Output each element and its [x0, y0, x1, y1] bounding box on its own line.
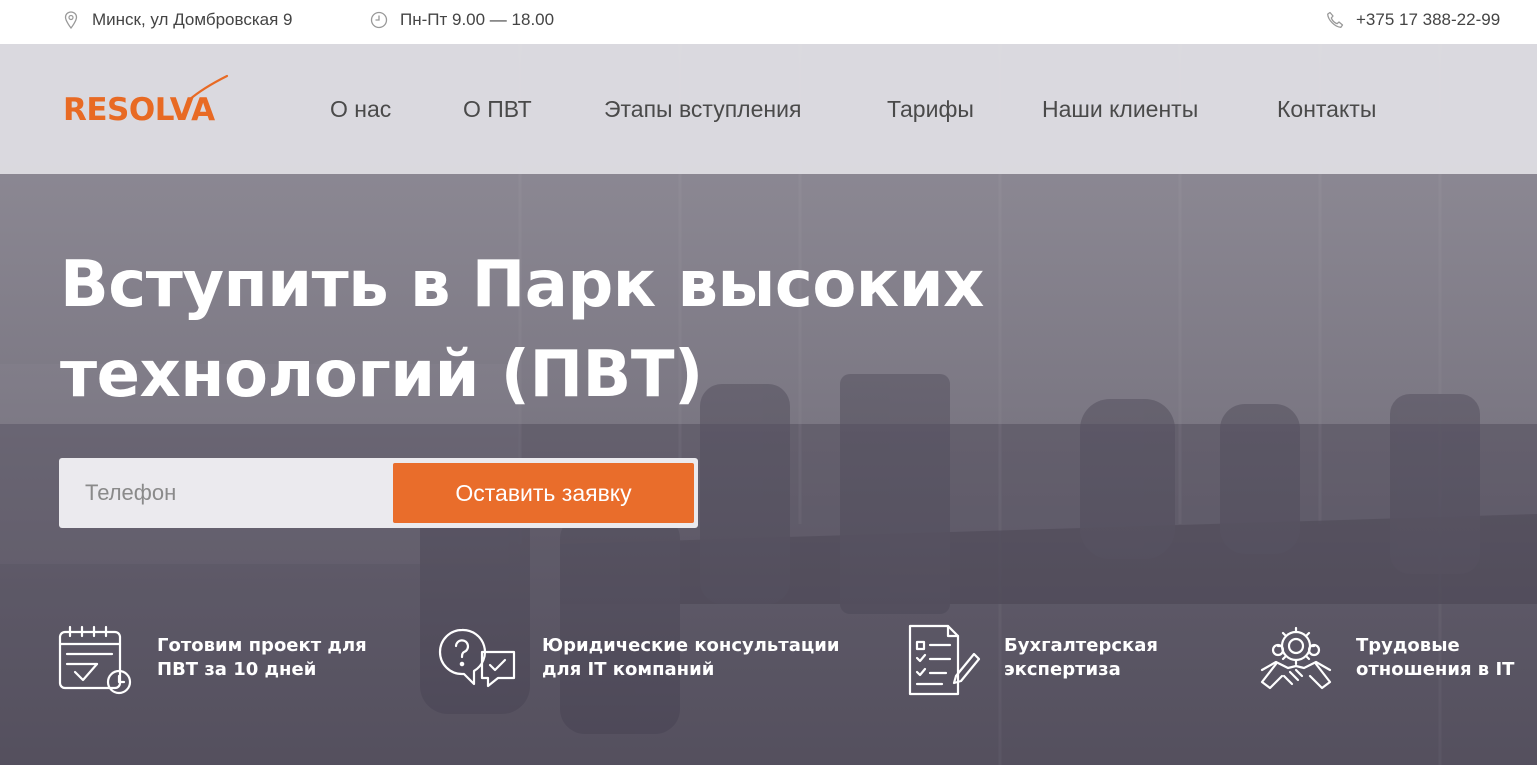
main-navbar: RESOLVA О нас О ПВТ Этапы вступления Тар… [0, 44, 1537, 174]
feature-project: Готовим проект для ПВТ за 10 дней [57, 624, 367, 696]
nav-item-clients[interactable]: Наши клиенты [1042, 96, 1198, 123]
phone-icon [1326, 11, 1344, 29]
handshake-gear-icon [1258, 624, 1334, 696]
nav-item-tariffs[interactable]: Тарифы [887, 96, 974, 123]
nav-item-steps[interactable]: Этапы вступления [604, 96, 801, 123]
submit-request-button[interactable]: Оставить заявку [393, 463, 694, 523]
clock-icon [370, 11, 388, 29]
checklist-pen-icon [906, 624, 982, 696]
feature-line: ПВТ за 10 дней [157, 659, 317, 680]
feature-line: Готовим проект для [157, 635, 367, 656]
phone-block[interactable]: +375 17 388-22-99 [1326, 10, 1500, 30]
address-text: Минск, ул Домбровская 9 [92, 10, 293, 29]
hero-title-line-2: технологий (ПВТ) [60, 338, 703, 412]
feature-legal: Юридические консультации для IT компаний [436, 624, 839, 696]
feature-line: Юридические консультации [542, 635, 840, 656]
resolva-logo[interactable]: RESOLVA [63, 74, 233, 134]
feature-labor: Трудовые отношения в IT [1258, 624, 1514, 696]
nav-item-contacts[interactable]: Контакты [1277, 96, 1376, 123]
feature-line: отношения в IT [1356, 659, 1515, 680]
phone-link[interactable]: +375 17 388-22-99 [1356, 10, 1500, 30]
feature-line: Трудовые [1356, 635, 1460, 656]
hero-title: Вступить в Парк высоких технологий (ПВТ) [60, 240, 1060, 420]
logo-text: RESOLVA [63, 92, 215, 128]
feature-labor-text: Трудовые отношения в IT [1356, 634, 1514, 682]
feature-line: экспертиза [1004, 659, 1121, 680]
feature-legal-text: Юридические консультации для IT компаний [542, 634, 839, 682]
hero-title-line-1: Вступить в Парк высоких [60, 248, 984, 322]
calendar-check-icon [57, 624, 133, 696]
feature-accounting: Бухгалтерская экспертиза [906, 624, 1158, 696]
nav-item-pvt[interactable]: О ПВТ [463, 96, 532, 123]
address-block: Минск, ул Домбровская 9 [62, 10, 293, 30]
hero-section: RESOLVA О нас О ПВТ Этапы вступления Тар… [0, 44, 1537, 765]
nav-item-about[interactable]: О нас [330, 96, 391, 123]
top-info-bar: Минск, ул Домбровская 9 Пн-Пт 9.00 — 18.… [0, 0, 1537, 44]
map-pin-icon [62, 11, 80, 29]
feature-accounting-text: Бухгалтерская экспертиза [1004, 634, 1158, 682]
request-form: Оставить заявку [59, 458, 698, 528]
hours-text: Пн-Пт 9.00 — 18.00 [400, 10, 555, 29]
hours-block: Пн-Пт 9.00 — 18.00 [370, 10, 554, 30]
feature-project-text: Готовим проект для ПВТ за 10 дней [157, 634, 367, 682]
feature-line: для IT компаний [542, 659, 715, 680]
phone-input[interactable] [59, 458, 393, 528]
chat-question-icon [436, 624, 516, 696]
feature-line: Бухгалтерская [1004, 635, 1158, 656]
